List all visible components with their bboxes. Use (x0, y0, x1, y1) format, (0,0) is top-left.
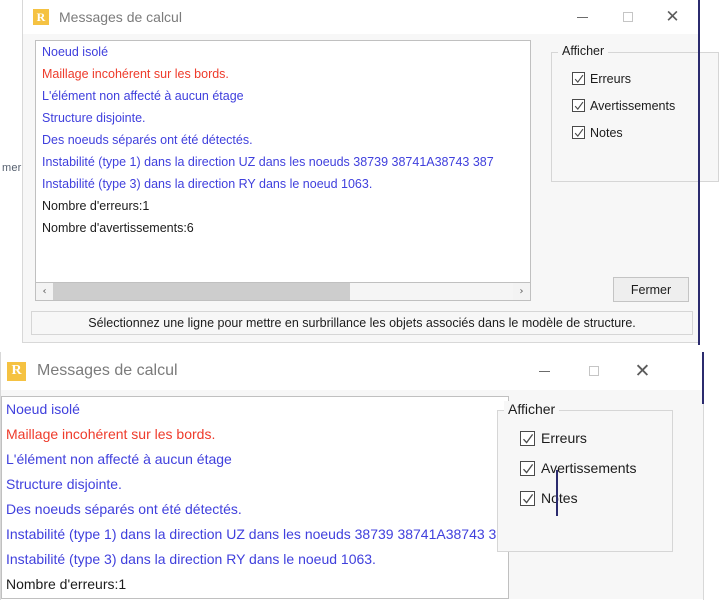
checkbox-row-erreurs[interactable]: Erreurs (520, 423, 672, 453)
edge-marker-line (702, 352, 704, 404)
message-line[interactable]: L'élément non affecté à aucun étage (2, 447, 508, 472)
checkbox-erreurs[interactable] (572, 72, 585, 85)
scroll-right-arrow-icon[interactable]: › (513, 283, 530, 300)
minimize-icon (539, 370, 550, 372)
scrollbar-track[interactable] (53, 283, 513, 300)
screen-root: merci R Messages de calcul ✕ Noeud isolé… (0, 0, 726, 600)
checkbox-avertissements[interactable] (572, 99, 585, 112)
maximize-button[interactable] (605, 2, 650, 32)
message-line[interactable]: Instabilité (type 1) dans la direction U… (2, 522, 508, 547)
checkbox-label: Avertissements (590, 98, 676, 113)
status-bar: Sélectionnez une ligne pour mettre en su… (31, 311, 693, 335)
display-filter-group: Afficher Erreurs Avertissements Notes (551, 44, 719, 182)
message-line[interactable]: Instabilité (type 1) dans la direction U… (36, 151, 530, 173)
app-r-icon: R (33, 9, 49, 25)
caption-buttons: ✕ (520, 352, 667, 390)
checkbox-avertissements[interactable] (520, 460, 535, 476)
checkbox-label: Notes (590, 125, 623, 140)
title-bar[interactable]: R Messages de calcul ✕ (1, 352, 703, 390)
caption-buttons: ✕ (560, 0, 695, 34)
close-icon: ✕ (634, 359, 651, 382)
checkbox-row-notes[interactable]: Notes (520, 483, 672, 513)
checkbox-erreurs[interactable] (520, 430, 535, 446)
checkbox-row-notes[interactable]: Notes (572, 119, 718, 146)
checkbox-list: Erreurs Avertissements Notes (552, 65, 718, 146)
message-line[interactable]: Noeud isolé (2, 397, 508, 422)
window-body: Noeud isolé Maillage incohérent sur les b… (1, 390, 703, 599)
display-filter-title: Afficher (558, 44, 609, 58)
checkbox-label: Erreurs (541, 430, 587, 446)
message-list[interactable]: Noeud isolé Maillage incohérent sur les b… (1, 396, 509, 599)
message-line[interactable]: Maillage incohérent sur les bords. (36, 63, 530, 85)
title-bar[interactable]: R Messages de calcul ✕ (23, 0, 699, 34)
horizontal-scrollbar[interactable]: ‹ › (35, 283, 531, 301)
message-line[interactable]: Maillage incohérent sur les bords. (2, 422, 508, 447)
window-gap (0, 343, 726, 352)
message-line[interactable]: Nombre d'erreurs:1 (2, 572, 508, 597)
app-r-icon: R (7, 361, 26, 381)
messages-window-bottom: R Messages de calcul ✕ Noeud isolé Mailla… (0, 352, 704, 600)
window-title: Messages de calcul (59, 9, 182, 25)
window-title: Messages de calcul (37, 362, 178, 379)
message-line[interactable]: Instabilité (type 3) dans la direction R… (36, 173, 530, 195)
message-line[interactable]: Instabilité (type 3) dans la direction R… (2, 547, 508, 572)
close-icon: ✕ (665, 6, 680, 27)
messages-window-top: R Messages de calcul ✕ Noeud isolé Mailla… (22, 0, 719, 343)
scrollbar-thumb[interactable] (53, 283, 350, 300)
close-button[interactable]: ✕ (618, 354, 667, 388)
message-line[interactable]: Nombre d'avertissements:6 (2, 597, 508, 598)
display-filter-title: Afficher (504, 401, 560, 417)
checkbox-list: Erreurs Avertissements Notes (498, 423, 672, 513)
checkbox-row-avertissements[interactable]: Avertissements (572, 92, 718, 119)
close-button[interactable]: ✕ (650, 2, 695, 32)
edge-marker-line (556, 470, 558, 516)
checkbox-notes[interactable] (572, 126, 585, 139)
message-line[interactable]: Structure disjointe. (2, 472, 508, 497)
checkbox-row-erreurs[interactable]: Erreurs (572, 65, 718, 92)
minimize-button[interactable] (560, 2, 605, 32)
maximize-button[interactable] (569, 354, 618, 388)
message-line[interactable]: Nombre d'erreurs:1 (36, 195, 530, 217)
message-line[interactable]: Des noeuds séparés ont été détectés. (36, 129, 530, 151)
message-line[interactable]: Structure disjointe. (36, 107, 530, 129)
checkbox-row-avertissements[interactable]: Avertissements (520, 453, 672, 483)
message-list[interactable]: Noeud isolé Maillage incohérent sur les b… (35, 40, 531, 283)
checkbox-label: Notes (541, 490, 578, 506)
message-line[interactable]: Nombre d'avertissements:6 (36, 217, 530, 239)
scroll-left-arrow-icon[interactable]: ‹ (36, 283, 53, 300)
checkbox-label: Erreurs (590, 71, 631, 86)
fermer-button[interactable]: Fermer (613, 277, 689, 302)
checkbox-notes[interactable] (520, 490, 535, 506)
edge-marker-line (698, 0, 700, 345)
message-line[interactable]: Des noeuds séparés ont été détectés. (2, 497, 508, 522)
minimize-icon (577, 16, 588, 18)
display-filter-group: Afficher Erreurs Avertissements Notes (497, 401, 673, 552)
maximize-icon (622, 12, 633, 22)
message-line[interactable]: L'élément non affecté à aucun étage (36, 85, 530, 107)
minimize-button[interactable] (520, 354, 569, 388)
window-body: Noeud isolé Maillage incohérent sur les b… (23, 34, 719, 342)
message-line[interactable]: Noeud isolé (36, 41, 530, 63)
maximize-icon (588, 366, 599, 376)
